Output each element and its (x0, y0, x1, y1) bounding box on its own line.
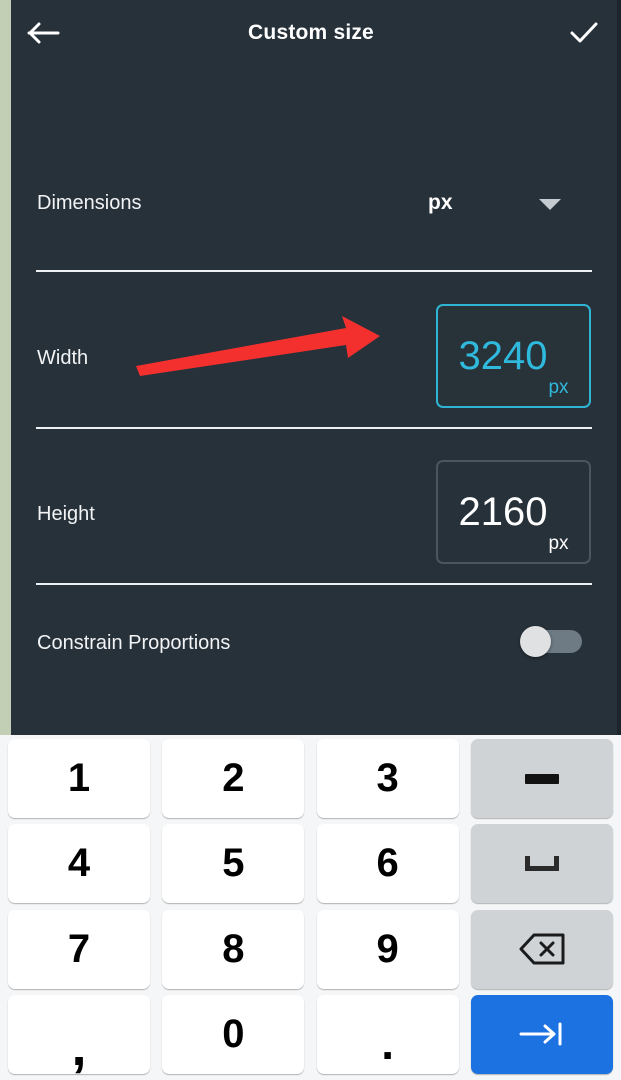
keyboard-row: 7 8 9 (8, 909, 613, 989)
height-label: Height (37, 502, 95, 525)
minus-icon (524, 773, 559, 784)
key-6[interactable]: 6 (316, 824, 459, 904)
keyboard-row: 1 2 3 (8, 739, 613, 818)
divider-dimensions (36, 270, 592, 272)
dimensions-row[interactable]: Dimensions px (11, 175, 617, 231)
unit-selected-value[interactable]: px (428, 191, 453, 215)
key-0[interactable]: 0 (162, 994, 305, 1074)
height-input[interactable]: 2160 px (436, 460, 591, 564)
key-1[interactable]: 1 (8, 739, 150, 818)
key-space[interactable] (470, 824, 613, 904)
arrow-left-icon (27, 22, 60, 44)
key-7[interactable]: 7 (8, 909, 150, 989)
divider-width (36, 427, 592, 429)
toggle-knob (520, 626, 551, 657)
width-value: 3240 (458, 334, 548, 378)
divider-height (36, 583, 592, 585)
width-unit: px (548, 377, 569, 398)
tab-next-icon (519, 1022, 562, 1046)
check-icon (570, 22, 598, 43)
constrain-proportions-label: Constrain Proportions (37, 631, 231, 654)
constrain-proportions-toggle[interactable] (520, 626, 582, 657)
height-unit: px (548, 533, 569, 554)
width-label: Width (37, 346, 89, 369)
key-2[interactable]: 2 (162, 739, 305, 818)
key-next[interactable] (470, 994, 613, 1074)
chevron-down-icon[interactable] (539, 199, 561, 210)
key-8[interactable]: 8 (162, 909, 305, 989)
width-input[interactable]: 3240 px (436, 304, 591, 408)
right-edge-strip (617, 0, 621, 735)
numeric-keyboard: 1 2 3 4 5 6 7 8 9 , 0 . (0, 735, 621, 1080)
key-comma[interactable]: , (8, 994, 150, 1074)
height-value: 2160 (458, 490, 548, 534)
dimensions-label: Dimensions (37, 191, 142, 214)
page-title: Custom size (248, 21, 374, 44)
app-header: Custom size (11, 0, 617, 66)
space-icon (524, 856, 559, 872)
key-backspace[interactable] (470, 909, 613, 989)
key-3[interactable]: 3 (316, 739, 459, 818)
custom-size-panel: Custom size Dimensions px Width 3240 px … (11, 0, 617, 735)
keyboard-row: , 0 . (8, 994, 613, 1074)
backspace-icon (519, 933, 565, 965)
key-4[interactable]: 4 (8, 824, 150, 904)
confirm-button[interactable] (551, 0, 617, 66)
back-button[interactable] (11, 0, 77, 66)
key-period[interactable]: . (316, 994, 459, 1074)
key-5[interactable]: 5 (162, 824, 305, 904)
key-9[interactable]: 9 (316, 909, 459, 989)
screen-root: Custom size Dimensions px Width 3240 px … (0, 0, 621, 1080)
key-minus[interactable] (470, 739, 613, 818)
keyboard-row: 4 5 6 (8, 824, 613, 904)
